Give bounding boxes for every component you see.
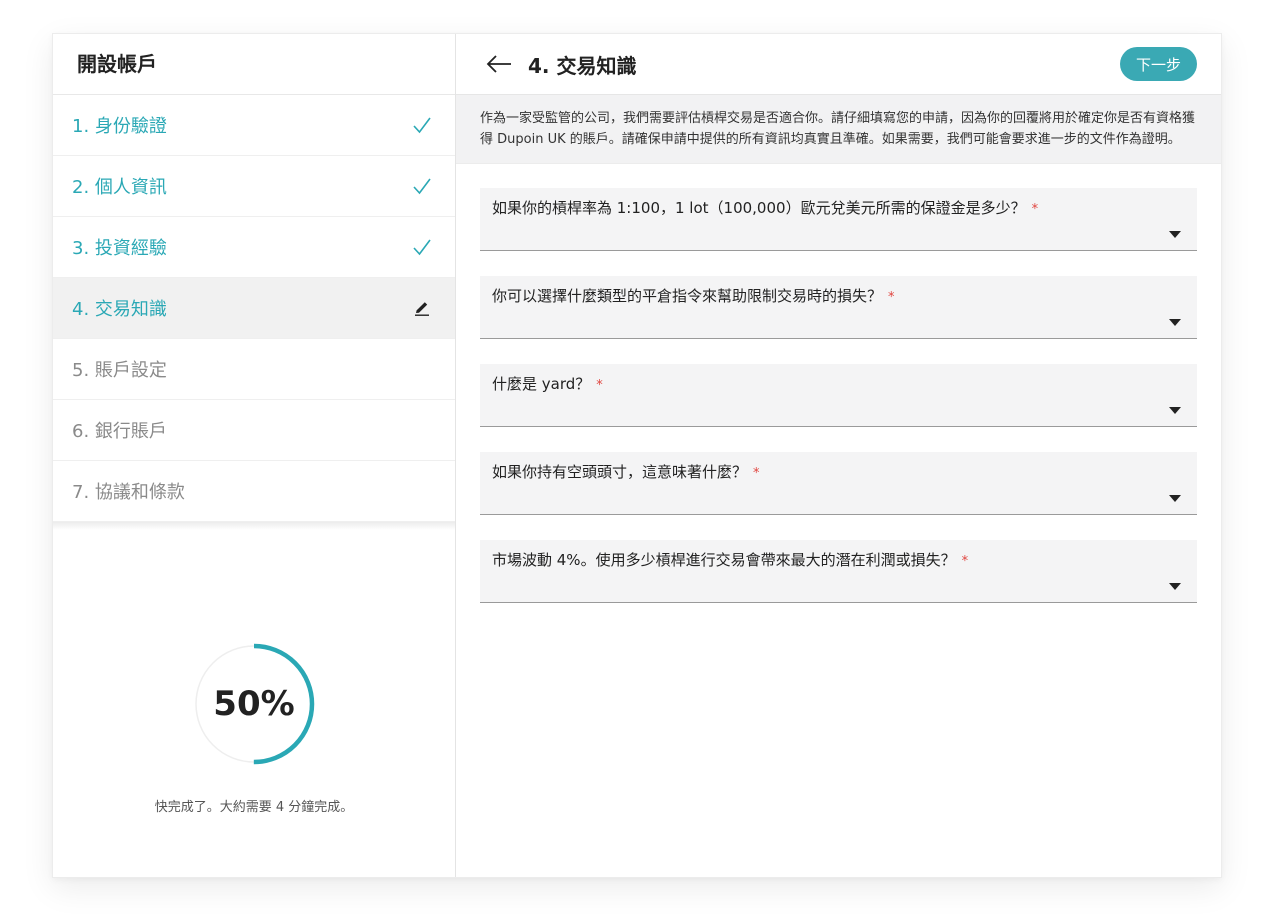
- notice-text: 作為一家受監管的公司，我們需要評估槓桿交易是否適合你。請仔細填寫您的申請，因為你…: [456, 94, 1221, 164]
- required-marker: *: [753, 466, 760, 481]
- question-select-short-position[interactable]: 如果你持有空頭頭寸，這意味著什麼？ *: [480, 452, 1197, 515]
- sidebar: 開設帳戶 1. 身份驗證 2. 個人資訊 3. 投資經驗 4. 交易知識 5. …: [53, 34, 456, 877]
- step-label: 5. 賬戶設定: [72, 360, 167, 381]
- back-arrow-icon[interactable]: [484, 49, 514, 79]
- caret-down-icon: [1169, 319, 1181, 326]
- check-icon: [411, 175, 433, 197]
- question-select-leverage-volatility[interactable]: 市場波動 4%。使用多少槓桿進行交易會帶來最大的潛在利潤或損失？ *: [480, 540, 1197, 603]
- required-marker: *: [1031, 202, 1039, 217]
- check-icon: [411, 114, 433, 136]
- step-list: 1. 身份驗證 2. 個人資訊 3. 投資經驗 4. 交易知識 5. 賬戶設定 …: [53, 95, 455, 522]
- step-label: 1. 身份驗證: [72, 116, 167, 137]
- step-bank-account[interactable]: 6. 銀行賬戶: [53, 400, 455, 461]
- progress-ring: 50%: [192, 642, 316, 766]
- question-label: 如果你持有空頭頭寸，這意味著什麼？ *: [492, 463, 760, 481]
- required-marker: *: [961, 554, 969, 569]
- question-list: 如果你的槓桿率為 1:100，1 lot（100,000）歐元兌美元所需的保證金…: [456, 164, 1221, 603]
- question-label: 如果你的槓桿率為 1:100，1 lot（100,000）歐元兌美元所需的保證金…: [492, 199, 1039, 217]
- step-label: 3. 投資經驗: [72, 238, 167, 259]
- pencil-icon: [411, 297, 433, 319]
- caret-down-icon: [1169, 583, 1181, 590]
- required-marker: *: [888, 290, 895, 305]
- question-select-close-order[interactable]: 你可以選擇什麼類型的平倉指令來幫助限制交易時的損失？ *: [480, 276, 1197, 339]
- page-title: 4. 交易知識: [528, 53, 637, 78]
- step-label: 6. 銀行賬戶: [72, 421, 167, 442]
- header: 4. 交易知識 下一步: [456, 34, 1221, 94]
- sidebar-title: 開設帳戶: [53, 34, 455, 95]
- step-investment-experience[interactable]: 3. 投資經驗: [53, 217, 455, 278]
- main-panel: 4. 交易知識 下一步 作為一家受監管的公司，我們需要評估槓桿交易是否適合你。請…: [456, 34, 1221, 877]
- progress-section: 50%: [53, 642, 455, 766]
- question-label: 市場波動 4%。使用多少槓桿進行交易會帶來最大的潛在利潤或損失？ *: [492, 551, 969, 569]
- step-personal-info[interactable]: 2. 個人資訊: [53, 156, 455, 217]
- question-label: 什麼是 yard？ *: [492, 375, 603, 393]
- progress-value: 50%: [213, 684, 295, 724]
- caret-down-icon: [1169, 407, 1181, 414]
- step-account-settings[interactable]: 5. 賬戶設定: [53, 339, 455, 400]
- caret-down-icon: [1169, 495, 1181, 502]
- step-label: 2. 個人資訊: [72, 177, 167, 198]
- progress-note: 快完成了。大約需要 4 分鐘完成。: [154, 800, 354, 815]
- step-agreement-terms[interactable]: 7. 協議和條款: [53, 461, 455, 522]
- question-select-margin[interactable]: 如果你的槓桿率為 1:100，1 lot（100,000）歐元兌美元所需的保證金…: [480, 188, 1197, 251]
- step-list-divider: [53, 522, 455, 530]
- check-icon: [411, 236, 433, 258]
- question-label: 你可以選擇什麼類型的平倉指令來幫助限制交易時的損失？ *: [492, 287, 895, 305]
- step-label: 4. 交易知識: [72, 299, 167, 320]
- question-select-yard[interactable]: 什麼是 yard？ *: [480, 364, 1197, 427]
- caret-down-icon: [1169, 231, 1181, 238]
- account-opening-window: 開設帳戶 1. 身份驗證 2. 個人資訊 3. 投資經驗 4. 交易知識 5. …: [52, 33, 1222, 878]
- required-marker: *: [596, 378, 603, 393]
- next-button[interactable]: 下一步: [1119, 47, 1197, 81]
- step-trading-knowledge[interactable]: 4. 交易知識: [53, 278, 455, 339]
- step-identity-verification[interactable]: 1. 身份驗證: [53, 95, 455, 156]
- step-label: 7. 協議和條款: [72, 482, 185, 503]
